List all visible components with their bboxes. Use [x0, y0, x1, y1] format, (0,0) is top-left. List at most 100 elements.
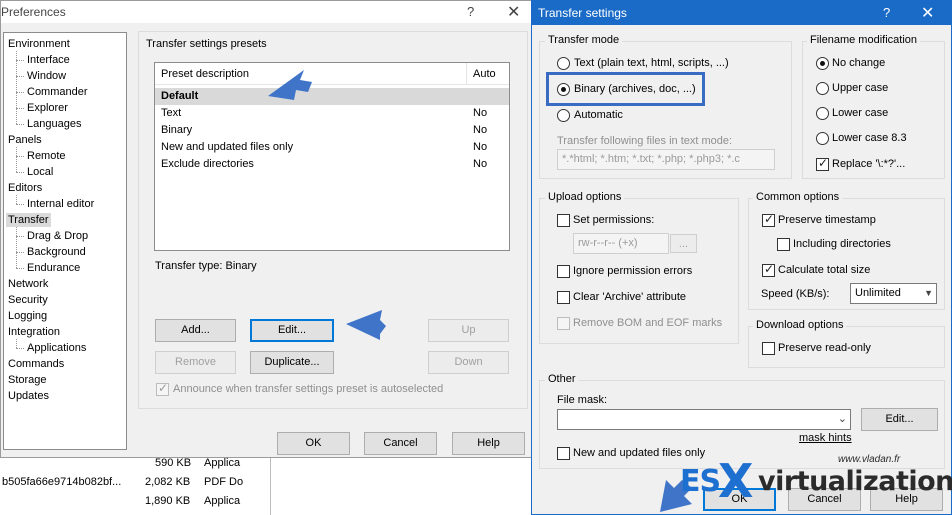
- text-mode-files-label: Transfer following files in text mode:: [557, 135, 733, 147]
- common-options-label: Common options: [753, 191, 843, 203]
- fn-replace-checkbox[interactable]: [816, 156, 829, 171]
- file-mask-edit-button[interactable]: Edit...: [861, 408, 938, 431]
- file-mask-label: File mask:: [557, 394, 608, 406]
- tree-item[interactable]: Explorer: [27, 101, 68, 115]
- cancel-button[interactable]: Cancel: [364, 432, 437, 455]
- speed-select[interactable]: Unlimited ▼: [850, 283, 937, 304]
- fn-replace-label: Replace '\:*?'...: [832, 158, 906, 170]
- permissions-field[interactable]: rw-r--r-- (+x): [573, 233, 669, 254]
- file-row[interactable]: b505fa66e9714b082bf... 2,082 KB PDF Do: [0, 473, 270, 492]
- fn-no-change-label: No change: [832, 57, 886, 69]
- file-row[interactable]: 1,890 KB Applica: [0, 492, 270, 511]
- tree-item[interactable]: Window: [27, 69, 66, 83]
- including-dirs-label: Including directories: [793, 238, 891, 250]
- list-item[interactable]: New and updated files only No: [155, 139, 509, 156]
- down-button[interactable]: Down: [428, 351, 509, 374]
- list-item[interactable]: Text No: [155, 105, 509, 122]
- duplicate-button[interactable]: Duplicate...: [250, 351, 334, 374]
- fn-lower83-radio[interactable]: [816, 132, 829, 145]
- tree-item[interactable]: Local: [27, 165, 53, 179]
- help-icon[interactable]: ?: [467, 4, 474, 19]
- speed-value: Unlimited: [855, 287, 901, 299]
- close-icon[interactable]: ✕: [921, 3, 934, 23]
- logo-url-text: www.vladan.fr: [838, 454, 901, 465]
- tree-connector: [16, 51, 17, 124]
- mode-text-radio[interactable]: [557, 57, 570, 70]
- tree-item[interactable]: Updates: [8, 389, 49, 403]
- background-pane: [270, 448, 532, 515]
- tree-item[interactable]: Editors: [8, 181, 42, 195]
- tree-item[interactable]: Commands: [8, 357, 64, 371]
- fn-lower-radio[interactable]: [816, 107, 829, 120]
- tree-connector: [16, 227, 17, 268]
- set-permissions-checkbox[interactable]: [557, 214, 570, 227]
- tree-item[interactable]: Panels: [8, 133, 42, 147]
- presets-list[interactable]: Preset description Auto Default Text No …: [154, 62, 510, 251]
- list-item[interactable]: Default: [155, 88, 509, 105]
- list-item[interactable]: Binary No: [155, 122, 509, 139]
- tree-item[interactable]: Remote: [27, 149, 66, 163]
- tree-item[interactable]: Security: [8, 293, 48, 307]
- list-item[interactable]: Exclude directories No: [155, 156, 509, 173]
- mode-automatic-radio[interactable]: [557, 109, 570, 122]
- help-icon[interactable]: ?: [883, 5, 890, 20]
- text-mode-mask-field[interactable]: *.*html; *.htm; *.txt; *.php; *.php3; *.…: [557, 149, 775, 170]
- add-button[interactable]: Add...: [155, 319, 236, 342]
- tree-item[interactable]: Applications: [27, 341, 86, 355]
- column-header-auto[interactable]: Auto: [473, 68, 496, 80]
- tree-item[interactable]: Background: [27, 245, 86, 259]
- transfer-mode-label: Transfer mode: [545, 34, 623, 46]
- tree-item[interactable]: Drag & Drop: [27, 229, 88, 243]
- preserve-readonly-label: Preserve read-only: [778, 342, 871, 354]
- background-file-list: 590 KB Applica b505fa66e9714b082bf... 2,…: [0, 448, 270, 515]
- fn-no-change-radio[interactable]: [816, 57, 829, 70]
- remove-button[interactable]: Remove: [155, 351, 236, 374]
- ok-button[interactable]: OK: [277, 432, 350, 455]
- tree-item[interactable]: Interface: [27, 53, 70, 67]
- preset-auto: No: [473, 107, 488, 119]
- file-type: PDF Do: [204, 476, 244, 488]
- tree-item[interactable]: Internal editor: [27, 197, 94, 211]
- clear-archive-label: Clear 'Archive' attribute: [573, 291, 687, 303]
- remove-bom-label: Remove BOM and EOF marks: [573, 317, 723, 329]
- list-header: Preset description Auto: [155, 63, 509, 85]
- tree-item[interactable]: Environment: [8, 37, 70, 51]
- logo-es-text: ES: [680, 464, 721, 499]
- tree-connector: [16, 236, 24, 237]
- fn-lower-label: Lower case: [832, 107, 889, 119]
- help-button[interactable]: Help: [452, 432, 525, 455]
- transfer-type-label: Transfer type: Binary: [155, 260, 257, 272]
- tree-item[interactable]: Network: [8, 277, 48, 291]
- presets-group-label: Transfer settings presets: [143, 38, 270, 50]
- file-type: Applica: [204, 495, 241, 507]
- tree-connector: [16, 348, 24, 349]
- fn-upper-radio[interactable]: [816, 82, 829, 95]
- tree-item[interactable]: Storage: [8, 373, 47, 387]
- preserve-timestamp-checkbox[interactable]: [762, 212, 775, 227]
- tree-item[interactable]: Transfer: [6, 213, 51, 227]
- calc-total-size-checkbox[interactable]: [762, 262, 775, 277]
- including-dirs-checkbox[interactable]: [777, 238, 790, 251]
- preset-auto: No: [473, 158, 488, 170]
- remove-bom-checkbox[interactable]: [557, 317, 570, 330]
- new-updated-only-checkbox[interactable]: [557, 447, 570, 460]
- tree-item[interactable]: Integration: [8, 325, 60, 339]
- up-button[interactable]: Up: [428, 319, 509, 342]
- tree-item[interactable]: Commander: [27, 85, 88, 99]
- ignore-perm-errors-checkbox[interactable]: [557, 265, 570, 278]
- clear-archive-checkbox[interactable]: [557, 291, 570, 304]
- tree-item[interactable]: Endurance: [27, 261, 80, 275]
- mask-hints-link[interactable]: mask hints: [799, 432, 852, 444]
- announce-checkbox[interactable]: [156, 381, 169, 396]
- tree-item[interactable]: Logging: [8, 309, 47, 323]
- file-mask-input[interactable]: ⌄: [557, 409, 851, 430]
- tree-item[interactable]: Languages: [27, 117, 81, 131]
- preset-description: Binary: [161, 124, 193, 136]
- set-permissions-label: Set permissions:: [573, 214, 655, 226]
- permissions-browse-button[interactable]: ...: [670, 234, 697, 253]
- column-header-description[interactable]: Preset description: [161, 68, 249, 80]
- close-icon[interactable]: ✕: [507, 2, 520, 22]
- edit-button[interactable]: Edit...: [250, 319, 334, 342]
- highlight-box: [546, 72, 705, 106]
- preserve-readonly-checkbox[interactable]: [762, 342, 775, 355]
